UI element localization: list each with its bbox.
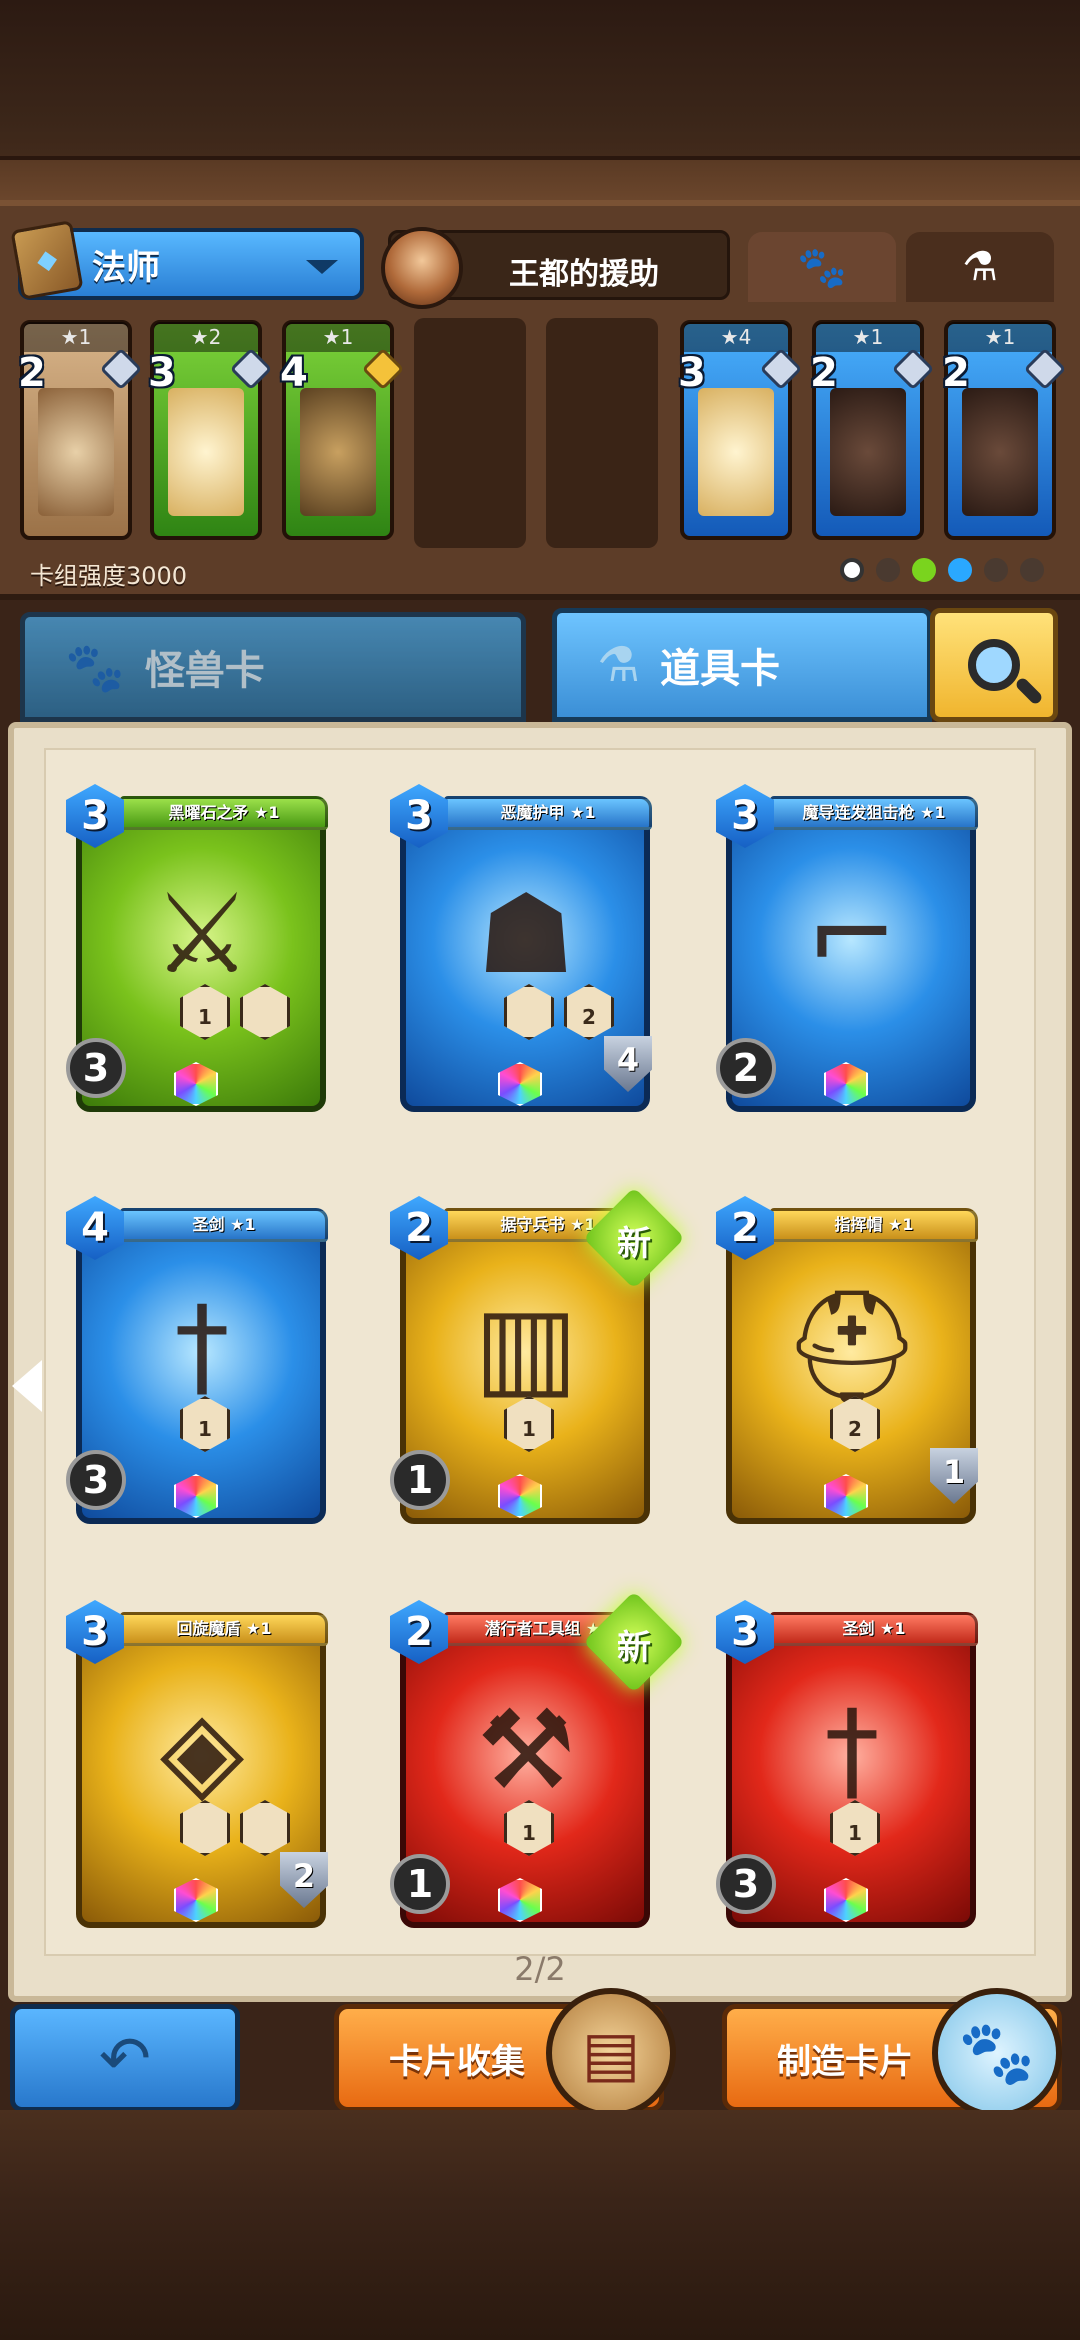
armor-icon bbox=[830, 388, 906, 516]
hero-avatar bbox=[381, 227, 463, 309]
potion-flask-icon: ⚗ bbox=[962, 244, 998, 290]
fire-element-icon bbox=[1020, 558, 1044, 582]
neutral-element-icon bbox=[840, 558, 864, 582]
silver-gem-icon bbox=[229, 347, 273, 391]
slot-stars: ★1 bbox=[24, 322, 128, 352]
slot-stars: ★1 bbox=[286, 322, 390, 352]
bottom-wood-background bbox=[0, 2110, 1080, 2340]
card-name: 圣剑 ★1 bbox=[120, 1208, 328, 1242]
potion-flask-icon: ⚗ bbox=[597, 637, 641, 693]
hero-selector[interactable]: 王都的援助 bbox=[381, 227, 730, 309]
card-attack: 1 bbox=[390, 1450, 450, 1510]
sniper-rifle-icon: ⌐ bbox=[805, 870, 899, 998]
item-card[interactable]: 圣剑 ★1 4 † 1 3 bbox=[66, 1196, 328, 1526]
wind-element-icon bbox=[984, 558, 1008, 582]
button-label: 制造卡片 bbox=[777, 2041, 913, 2082]
deck-slot-2[interactable]: ★2 3 bbox=[148, 320, 273, 540]
silver-gem-icon bbox=[891, 347, 935, 391]
tab-item-cards[interactable]: ⚗ 道具卡 bbox=[552, 608, 932, 722]
deck-slot-empty[interactable] bbox=[414, 318, 526, 548]
deck-slot-7[interactable]: ★1 2 bbox=[810, 320, 935, 540]
deck-strength: 卡组强度3000 bbox=[30, 562, 188, 590]
water-element-icon bbox=[948, 558, 972, 582]
class-dropdown[interactable]: ◆ 法师 bbox=[10, 220, 364, 300]
paw-icon: 🐾 bbox=[65, 639, 125, 696]
item-card[interactable]: 魔导连发狙击枪 ★1 3 ⌐ 2 bbox=[716, 784, 978, 1114]
gold-gem-icon bbox=[361, 347, 405, 391]
deck-slot-empty[interactable] bbox=[546, 318, 658, 548]
card-attack: 3 bbox=[66, 1038, 126, 1098]
card-attack: 3 bbox=[66, 1450, 126, 1510]
armor-icon bbox=[962, 388, 1038, 516]
tab-monster-cards[interactable]: 🐾 怪兽卡 bbox=[20, 612, 526, 722]
tab-label: 怪兽卡 bbox=[144, 648, 265, 694]
prev-page-arrow[interactable] bbox=[12, 1360, 42, 1412]
deck-slots: ★1 2 ★2 3 ★1 4 ★4 3 ★1 2 ★1 2 bbox=[10, 306, 1070, 554]
class-label: 法师 bbox=[92, 247, 160, 288]
new-badge-label: 新 bbox=[617, 1224, 651, 1264]
spellbook-icon: ◆ bbox=[10, 220, 84, 300]
slot-stars: ★1 bbox=[816, 322, 920, 352]
card-name: 指挥帽 ★1 bbox=[770, 1208, 978, 1242]
item-card[interactable]: 潜行者工具组 ★1 2 ⚒ 1 1 新 bbox=[390, 1591, 685, 1930]
silver-gem-icon bbox=[99, 347, 143, 391]
button-label: 卡片收集 bbox=[389, 2041, 525, 2082]
tab-item-deck[interactable]: ⚗ bbox=[906, 232, 1054, 302]
item-card[interactable]: 黑曜石之矛 ★1 3 ⚔ 1 3 bbox=[66, 784, 328, 1114]
tab-monster-deck[interactable]: 🐾 bbox=[748, 232, 896, 302]
item-card[interactable]: 据守兵书 ★1 2 ▥ 1 1 新 bbox=[390, 1187, 685, 1526]
card-name: 黑曜石之矛 ★1 bbox=[120, 796, 328, 830]
deck-slot-6[interactable]: ★4 3 bbox=[678, 320, 803, 540]
deck-slot-8[interactable]: ★1 2 bbox=[942, 320, 1067, 540]
search-button[interactable] bbox=[930, 608, 1058, 722]
back-button[interactable]: ↶ bbox=[10, 2004, 240, 2112]
shuriken-icon bbox=[38, 388, 114, 516]
page-indicator: 2/2 bbox=[514, 1950, 566, 1988]
silver-gem-icon bbox=[1023, 347, 1067, 391]
deck-slot-1[interactable]: ★1 2 bbox=[18, 320, 143, 540]
card-attack: 3 bbox=[716, 1854, 776, 1914]
nature-element-icon bbox=[912, 558, 936, 582]
card-name: 回旋魔盾 ★1 bbox=[120, 1612, 328, 1646]
chevron-down-icon bbox=[306, 260, 338, 274]
monster-head-icon bbox=[300, 388, 376, 516]
paw-icon: 🐾 bbox=[797, 244, 847, 291]
deck-header: ◆ 法师 王都的援助 🐾 ⚗ ★1 2 ★2 3 ★1 4 ★4 3 ★1 2 … bbox=[0, 200, 1080, 600]
tab-label: 道具卡 bbox=[660, 646, 781, 692]
dark-element-icon bbox=[876, 558, 900, 582]
item-card[interactable]: 回旋魔盾 ★1 3 ◈ 2 bbox=[66, 1600, 328, 1930]
slot-stars: ★4 bbox=[684, 322, 788, 352]
element-filter bbox=[840, 558, 1044, 582]
card-collection-icon[interactable]: ▤ bbox=[546, 1988, 676, 2118]
card-name: 圣剑 ★1 bbox=[770, 1612, 978, 1646]
silver-gem-icon bbox=[759, 347, 803, 391]
item-card[interactable]: 恶魔护甲 ★1 3 ☗ 2 4 bbox=[390, 784, 652, 1114]
card-name: 恶魔护甲 ★1 bbox=[444, 796, 652, 830]
deck-slot-3[interactable]: ★1 4 bbox=[280, 320, 405, 540]
item-card[interactable]: 圣剑 ★1 3 † 1 3 bbox=[716, 1600, 978, 1930]
card-attack: 2 bbox=[716, 1038, 776, 1098]
back-arrow-icon: ↶ bbox=[99, 2021, 151, 2095]
eagle-banner-icon bbox=[698, 388, 774, 516]
card-name: 魔导连发狙击枪 ★1 bbox=[770, 796, 978, 830]
card-attack: 1 bbox=[390, 1854, 450, 1914]
slot-stars: ★2 bbox=[154, 322, 258, 352]
eagle-banner-icon bbox=[168, 388, 244, 516]
paw-jar-icon[interactable]: 🐾 bbox=[932, 1988, 1062, 2118]
slot-stars: ★1 bbox=[948, 322, 1052, 352]
item-card[interactable]: 指挥帽 ★1 2 ⛑ 2 1 bbox=[716, 1196, 978, 1526]
new-badge-label: 新 bbox=[617, 1628, 651, 1668]
hero-name: 王都的援助 bbox=[509, 257, 659, 292]
top-wood-background bbox=[0, 0, 1080, 200]
magnifier-icon bbox=[968, 639, 1020, 691]
